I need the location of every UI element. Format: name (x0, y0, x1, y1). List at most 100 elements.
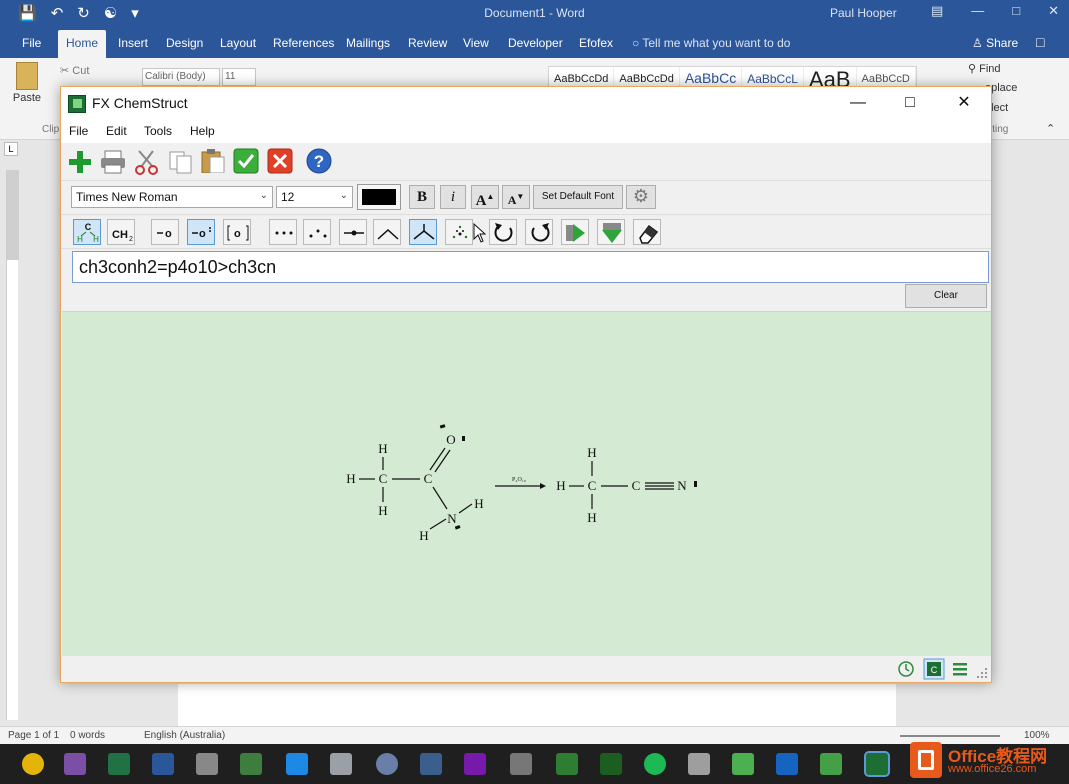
trigonal-bond-button[interactable] (409, 219, 437, 245)
cube-app-icon[interactable] (732, 753, 754, 775)
tab-design[interactable]: Design (166, 36, 203, 50)
dropbox-icon[interactable] (286, 753, 308, 775)
print-icon[interactable] (99, 149, 125, 175)
cloud-app-icon[interactable] (688, 753, 710, 775)
minimize-button[interactable]: — (843, 91, 873, 115)
cut-scissors-icon[interactable] (133, 149, 159, 175)
dots-horizontal-button[interactable] (269, 219, 297, 245)
tab-home[interactable]: Home (58, 30, 107, 58)
atom-h: H (474, 496, 483, 511)
linear-bond-button[interactable] (339, 219, 367, 245)
word-font-size[interactable]: 11 (222, 68, 256, 86)
grow-font-button[interactable]: A▲ (471, 185, 499, 209)
word-count[interactable]: 0 words (70, 730, 105, 741)
menu-lines-icon[interactable] (951, 660, 969, 678)
tell-me-search[interactable]: ○ Tell me what you want to do (632, 36, 790, 50)
eraser-button[interactable] (633, 219, 661, 245)
cut-button[interactable]: ✂ Cut (60, 64, 89, 77)
tab-efofex[interactable]: Efofex (579, 36, 613, 50)
ok-check-icon[interactable] (233, 148, 259, 174)
word-user-name[interactable]: Paul Hooper (830, 6, 897, 20)
paste-clipboard-icon[interactable] (199, 147, 225, 173)
find-button[interactable]: ⚲ Find (968, 62, 1001, 75)
image-app-icon[interactable] (240, 753, 262, 775)
comment-icon[interactable]: □ (1036, 34, 1044, 50)
new-plus-icon[interactable] (67, 149, 93, 175)
font-size-select[interactable]: 12 ⌄ (276, 186, 353, 208)
menu-tools[interactable]: Tools (144, 124, 172, 138)
condensed-mode-button[interactable]: CH 2 (107, 219, 135, 245)
database-app-icon[interactable] (510, 753, 532, 775)
document-page[interactable] (178, 684, 896, 726)
export-right-button[interactable] (561, 219, 589, 245)
maximize-icon[interactable]: □ (1012, 3, 1020, 19)
export-down-button[interactable] (597, 219, 625, 245)
tab-selector[interactable]: L (4, 142, 18, 156)
rotate-left-button[interactable] (489, 219, 517, 245)
word-icon[interactable] (152, 753, 174, 775)
zoom-slider[interactable] (900, 735, 1000, 737)
copy-icon[interactable] (167, 149, 193, 175)
clear-button[interactable]: Clear (905, 284, 987, 308)
chrome-icon[interactable] (22, 753, 44, 775)
word-font-name[interactable]: Calibri (Body) (142, 68, 220, 86)
menu-help[interactable]: Help (190, 124, 215, 138)
cancel-x-icon[interactable] (267, 148, 293, 174)
collapse-ribbon-icon[interactable]: ⌃ (1046, 122, 1055, 135)
fxchemstruct-taskbar-icon[interactable] (864, 751, 890, 777)
menu-file[interactable]: File (69, 124, 88, 138)
resize-grip-icon[interactable] (977, 668, 989, 680)
structure-canvas[interactable]: H H H C C O N H H P₄O₁₀ H H H C C N (62, 311, 991, 656)
bent-bond-button[interactable] (373, 219, 401, 245)
excel-icon[interactable] (108, 753, 130, 775)
close-button[interactable]: ✕ (949, 91, 979, 115)
tab-developer[interactable]: Developer (508, 36, 563, 50)
fxe-app-icon[interactable] (600, 753, 622, 775)
electron-left-button[interactable]: o (151, 219, 179, 245)
tab-layout[interactable]: Layout (220, 36, 256, 50)
rotate-right-button[interactable] (525, 219, 553, 245)
set-default-font-button[interactable]: Set Default Font (533, 185, 623, 209)
maximize-button[interactable]: □ (895, 91, 925, 115)
s-app-icon[interactable] (776, 753, 798, 775)
formula-input[interactable] (72, 251, 989, 283)
tab-file[interactable]: File (22, 36, 41, 50)
close-icon[interactable]: ✕ (1048, 3, 1059, 19)
bracket-button[interactable]: o (223, 219, 251, 245)
menu-edit[interactable]: Edit (106, 124, 127, 138)
structure-mode-button[interactable]: C H H (73, 219, 101, 245)
fxd-app-icon[interactable] (556, 753, 578, 775)
font-name-select[interactable]: Times New Roman ⌄ (71, 186, 273, 208)
tab-insert[interactable]: Insert (118, 36, 148, 50)
history-clock-icon[interactable] (897, 660, 915, 678)
c-app-icon[interactable] (820, 753, 842, 775)
printer-app-icon[interactable] (196, 753, 218, 775)
reaction-arrow: P₄O₁₀ (495, 477, 546, 489)
page-count[interactable]: Page 1 of 1 (8, 730, 59, 741)
tetrahedral-button[interactable] (445, 219, 473, 245)
tab-mailings[interactable]: Mailings (346, 36, 390, 50)
tool-app-icon[interactable] (330, 753, 352, 775)
electron-dots-button[interactable]: o (187, 219, 215, 245)
shrink-font-button[interactable]: A▼ (502, 185, 530, 209)
language-status[interactable]: English (Australia) (144, 730, 225, 741)
help-question-icon[interactable]: ? (306, 148, 332, 174)
onenote-icon[interactable] (464, 753, 486, 775)
italic-button[interactable]: i (440, 185, 466, 209)
paste-button[interactable]: Paste (12, 62, 42, 104)
visual-studio-icon[interactable] (64, 753, 86, 775)
tab-view[interactable]: View (463, 36, 489, 50)
spotify-icon[interactable] (644, 753, 666, 775)
minimize-icon[interactable]: — (971, 3, 984, 19)
ribbon-display-icon[interactable]: ▤ (931, 3, 943, 19)
tab-review[interactable]: Review (408, 36, 447, 50)
font-color-picker[interactable] (357, 184, 401, 210)
dots-angle-button[interactable] (303, 219, 331, 245)
bold-button[interactable]: B (409, 185, 435, 209)
gear-icon[interactable]: ⚙ (626, 185, 656, 209)
tab-references[interactable]: References (273, 36, 334, 50)
network-app-icon[interactable] (376, 753, 398, 775)
share-button[interactable]: ♙ Share (972, 36, 1018, 50)
chart-app-icon[interactable] (420, 753, 442, 775)
structure-view-icon[interactable]: C (923, 658, 945, 680)
